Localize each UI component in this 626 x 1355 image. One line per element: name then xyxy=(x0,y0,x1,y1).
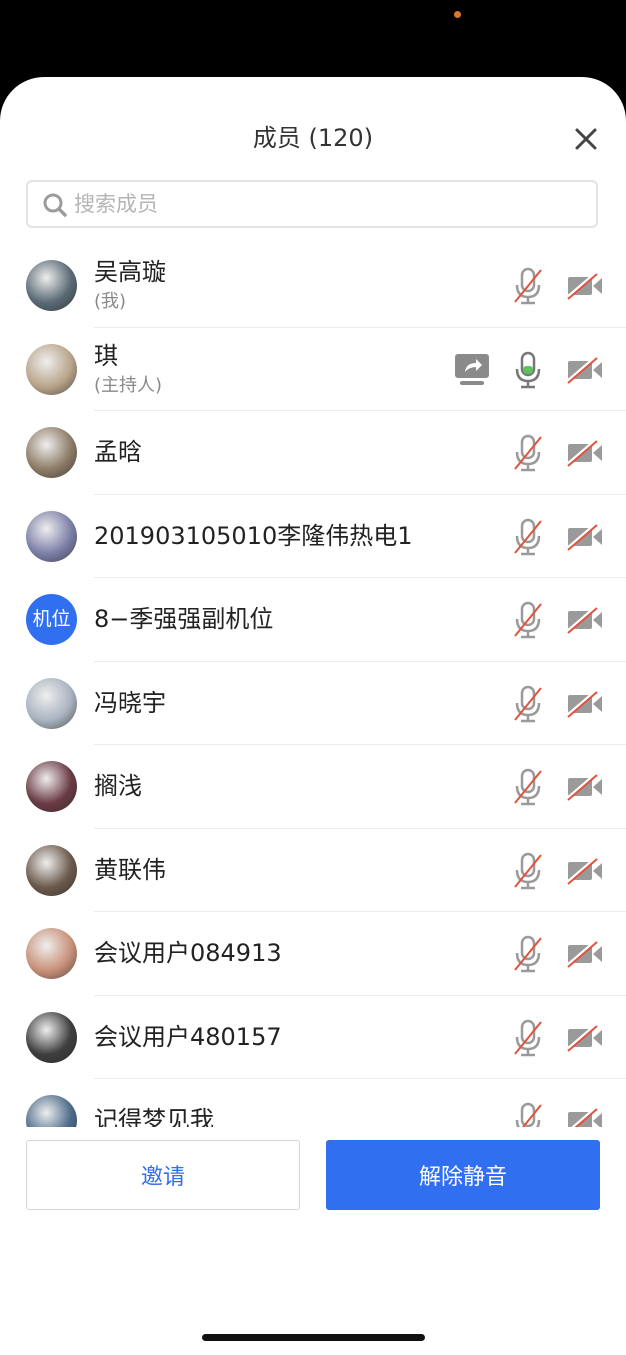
search-icon xyxy=(43,193,67,217)
member-name: 琪 xyxy=(94,341,118,370)
camera-off-icon[interactable] xyxy=(565,1023,604,1052)
member-role: (主持人) xyxy=(94,374,163,396)
member-avatar xyxy=(26,510,77,562)
camera-off-icon[interactable] xyxy=(565,856,604,885)
camera-indicator-dot xyxy=(454,11,461,18)
member-row[interactable]: 琪 (主持人) xyxy=(0,328,626,411)
microphone-muted-icon[interactable] xyxy=(512,685,544,723)
member-avatar xyxy=(26,1011,77,1063)
member-name: 孟晗 xyxy=(94,438,142,466)
camera-off-icon[interactable] xyxy=(565,939,604,968)
member-row[interactable]: 冯晓宇 xyxy=(0,662,626,745)
microphone-muted-icon[interactable] xyxy=(512,935,544,973)
member-avatar xyxy=(26,427,77,478)
member-avatar xyxy=(26,260,77,311)
search-box[interactable] xyxy=(26,180,598,228)
member-row[interactable]: 搁浅 xyxy=(0,745,626,829)
unmute-all-button[interactable]: 解除静音 xyxy=(326,1140,600,1210)
camera-off-icon[interactable] xyxy=(565,689,604,718)
member-name: 201903105010李隆伟热电1 xyxy=(94,521,413,550)
invite-button[interactable]: 邀请 xyxy=(26,1140,300,1210)
microphone-active-icon[interactable] xyxy=(512,351,544,389)
member-name: 8−季强强副机位 xyxy=(94,605,274,633)
member-row[interactable]: 黄联伟 xyxy=(0,829,626,912)
member-name: 会议用户084913 xyxy=(94,939,282,967)
camera-off-icon[interactable] xyxy=(565,438,604,467)
close-icon[interactable] xyxy=(570,123,602,155)
member-avatar xyxy=(26,928,77,979)
microphone-muted-icon[interactable] xyxy=(512,852,544,890)
microphone-muted-icon[interactable] xyxy=(512,768,544,806)
member-avatar xyxy=(26,343,77,395)
screen-share-icon[interactable] xyxy=(454,353,490,387)
member-row[interactable]: 会议用户480157 xyxy=(0,996,626,1079)
member-name: 吴高璇 xyxy=(94,258,166,286)
member-row[interactable]: 孟晗 xyxy=(0,411,626,495)
member-row[interactable]: 201903105010李隆伟热电1 xyxy=(0,495,626,578)
panel-title: 成员 (120) xyxy=(252,124,374,152)
camera-off-icon[interactable] xyxy=(565,355,604,384)
member-role: (我) xyxy=(94,291,127,312)
camera-off-icon[interactable] xyxy=(565,772,604,801)
member-avatar xyxy=(26,677,77,729)
microphone-muted-icon[interactable] xyxy=(512,434,544,472)
member-name: 黄联伟 xyxy=(94,855,166,884)
member-avatar xyxy=(26,844,77,896)
microphone-muted-icon[interactable] xyxy=(512,601,544,639)
member-name: 会议用户480157 xyxy=(94,1022,282,1051)
member-row[interactable]: 吴高璇 (我) xyxy=(0,244,626,328)
microphone-muted-icon[interactable] xyxy=(512,1019,544,1057)
camera-off-icon[interactable] xyxy=(565,605,604,634)
camera-off-icon[interactable] xyxy=(565,271,604,300)
search-input[interactable] xyxy=(74,182,574,226)
member-row[interactable]: 机位 8−季强强副机位 xyxy=(0,578,626,662)
microphone-muted-icon[interactable] xyxy=(512,267,544,305)
microphone-muted-icon[interactable] xyxy=(512,518,544,556)
home-indicator[interactable] xyxy=(202,1334,425,1341)
member-row[interactable]: 会议用户084913 xyxy=(0,912,626,996)
bottom-action-bar: 邀请 解除静音 xyxy=(0,1127,626,1278)
member-name: 搁浅 xyxy=(94,772,142,800)
member-list[interactable]: 吴高璇 (我) 琪 (主持人) 孟晗 201903105010李隆伟热电1 机位 8−季强强副… xyxy=(0,244,626,1204)
member-name: 冯晓宇 xyxy=(94,688,166,717)
camera-off-icon[interactable] xyxy=(565,522,604,551)
member-avatar: 机位 xyxy=(26,594,77,645)
member-avatar xyxy=(26,761,77,812)
